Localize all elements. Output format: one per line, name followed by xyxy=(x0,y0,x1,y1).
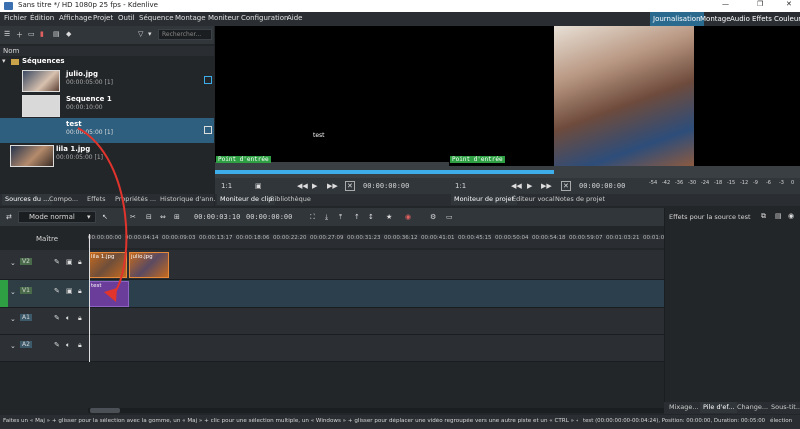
drag-arrow-head xyxy=(104,288,117,302)
effects-panel: Effets pour la source test ⧉ ▤ ◉ xyxy=(664,208,800,414)
eye-icon[interactable]: ◉ xyxy=(788,212,794,220)
collapse-icon[interactable]: ▤ xyxy=(775,212,782,220)
effects-panel-tabs: Mixage... Pile d'ef... Change... Sous-ti… xyxy=(664,402,800,414)
status-clip-info: test (00:00:00:00-00:04:24), Position: 0… xyxy=(583,418,766,424)
status-mode: élection xyxy=(770,418,793,424)
tab-mixer[interactable]: Mixage... xyxy=(666,402,702,413)
effects-panel-title: Effets pour la source test xyxy=(669,213,751,221)
status-hint: Faites un « Maj » + glisser pour la séle… xyxy=(3,418,578,424)
status-bar: Faites un « Maj » + glisser pour la séle… xyxy=(0,415,800,429)
drag-arrow-path xyxy=(77,127,128,297)
compare-icon[interactable]: ⧉ xyxy=(761,212,766,221)
tab-changes[interactable]: Change... xyxy=(734,402,771,413)
tab-subtitles[interactable]: Sous-tit... xyxy=(768,402,800,413)
tab-effect-stack[interactable]: Pile d'ef... xyxy=(700,402,738,413)
